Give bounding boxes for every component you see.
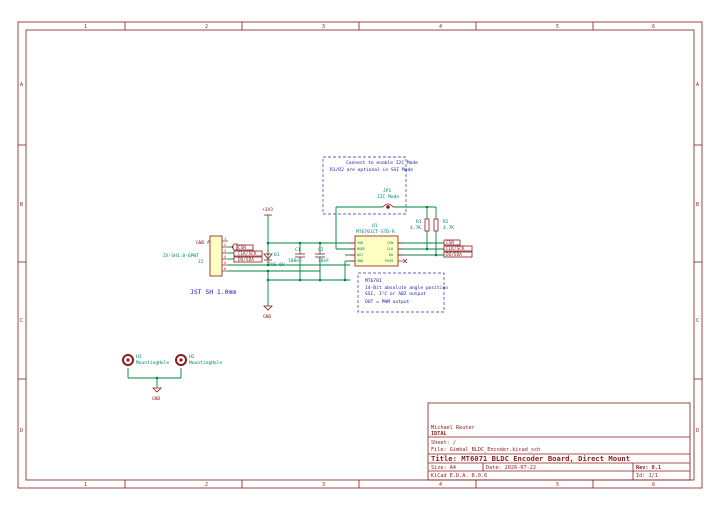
jp1-value: I2C Mode [377, 194, 399, 200]
c2-value: 10nF [318, 258, 329, 264]
zone-col-4: 4 [439, 24, 442, 30]
j2-caption: JST SH 1.0mm [190, 288, 236, 296]
diode-d1[interactable]: D1 TVS 6V [263, 252, 285, 268]
j2-ref: J2 [198, 259, 204, 265]
mt-note-line2: 14-Bit absolute angle position [365, 285, 448, 291]
mounting-hole-h1[interactable]: H1 MountingHole [122, 354, 169, 366]
zone-col-1-bottom: 1 [84, 482, 87, 488]
schematic-sheet: 1 2 3 4 5 6 1 2 3 4 5 6 A B C D A B C D … [17, 21, 703, 489]
zone-row-d-right: D [696, 428, 699, 434]
u1-pin-out: OUT [357, 253, 363, 257]
zone-col-6: 6 [652, 24, 655, 30]
i2c-note-line1: Connect to enable I2C Mode [346, 160, 418, 166]
zone-row-a: A [20, 82, 23, 88]
gnd-symbol-holes: GND [152, 387, 162, 402]
jp1-ref: JP1 [383, 188, 392, 194]
zone-row-c: C [20, 318, 23, 324]
r1-ref: R1 [416, 219, 422, 225]
u1-ref: U1 [372, 223, 378, 229]
label-dosda-right: DO/SDA [446, 252, 462, 258]
mt6701-note: MT6701 14-Bit absolute angle position SS… [357, 272, 448, 313]
tb-rev: Rev: 0.1 [636, 465, 661, 471]
tb-id: Id: 1/1 [636, 473, 658, 479]
j2-pin-1: 1 [224, 237, 226, 241]
zone-col-3-bottom: 3 [322, 482, 325, 488]
ic-u1[interactable]: VDD MODE OUT GND CSN CLK DO PUSH U1 MT67… [350, 223, 408, 267]
j2-gnd-label: GND [196, 240, 205, 246]
c1-ref: C1 [295, 247, 301, 253]
h2-value: MountingHole [189, 360, 222, 366]
capacitor-c1[interactable]: C1 100nF [288, 247, 305, 264]
i2c-note: Connect to enable I2C Mode R1/R2 are opt… [322, 156, 418, 215]
r2-value: 4.7K [443, 225, 454, 231]
zone-col-2: 2 [205, 24, 208, 30]
mt-note-line1: MT6701 [365, 278, 382, 284]
tb-date: Date: 2026-07-22 [486, 465, 536, 471]
zone-col-5-bottom: 5 [556, 482, 559, 488]
gnd-label-main: GND [263, 314, 272, 320]
zone-col-1: 1 [84, 24, 87, 30]
zone-row-b: B [20, 202, 23, 208]
u1-pin-vdd: VDD [357, 241, 363, 245]
tb-file: File: Gimbal_BLDC_Encoder.kicad_sch [431, 447, 540, 453]
j2-pin-6: 6 [224, 267, 226, 271]
gnd-symbol-j2: GND [196, 240, 209, 246]
u1-pin-csn: CSN [387, 241, 393, 245]
i2c-note-line2: R1/R2 are optional in SSI Mode [330, 167, 413, 173]
j2-pin-3: 3 [224, 249, 226, 253]
u1-pin-do: DO [389, 253, 393, 257]
d1-value: TVS 6V [268, 262, 285, 268]
j2-pin-5: 5 [224, 261, 226, 265]
u1-value: MT6701CT-STD-R [356, 229, 395, 235]
u1-pin-clk: CLK [387, 247, 394, 251]
h2-ref: H2 [189, 354, 195, 360]
tb-title: Title: MT6071 BLDC Encoder Board, Direct… [431, 454, 630, 463]
tb-company: IDTAL [431, 431, 447, 437]
r2-ref: R2 [443, 219, 449, 225]
u1-pin-push: PUSH [385, 259, 393, 263]
zone-row-b-right: B [696, 202, 699, 208]
j2-pin-2: 2 [224, 243, 226, 247]
tb-sheet: Sheet: / [431, 440, 456, 446]
label-csn-right: CSN [446, 240, 454, 246]
zone-row-a-right: A [696, 82, 699, 88]
net-labels-right: CSN CLK/SCK DO/SDA [443, 239, 473, 258]
label-clk-right: CLK/SCK [446, 246, 465, 252]
tb-kicad: KiCad E.D.A. 8.0.6 [431, 473, 487, 479]
net-labels-left: CSN CLK/SCK DO/SDA [231, 243, 263, 263]
mt-note-line3: SSI, I²C or ABZ output [365, 291, 426, 297]
zone-row-c-right: C [696, 318, 699, 324]
mounting-hole-h2[interactable]: H2 MountingHole [175, 354, 222, 366]
gnd-label-holes: GND [152, 396, 161, 402]
zone-col-2-bottom: 2 [205, 482, 208, 488]
resistor-r1[interactable]: R1 4.7K [410, 218, 430, 232]
c2-ref: C2 [318, 247, 324, 253]
zone-col-5: 5 [556, 24, 559, 30]
j2-pin-4: 4 [224, 255, 226, 259]
mt-note-line4: OUT = PWM output [365, 299, 409, 305]
capacitor-c2[interactable]: C2 10nF [315, 247, 329, 264]
title-block: Michael Reuter IDTAL Sheet: / File: Gimb… [427, 402, 691, 481]
h1-value: MountingHole [136, 360, 169, 366]
d1-ref: D1 [274, 252, 280, 258]
vcc-symbol: +3V3 [262, 207, 273, 216]
u1-pin-gnd: GND [357, 259, 363, 263]
zone-col-4-bottom: 4 [439, 482, 442, 488]
zone-col-3: 3 [322, 24, 325, 30]
zone-row-d: D [20, 428, 23, 434]
resistor-r2[interactable]: R2 4.7K [433, 218, 454, 232]
gnd-symbol-main: GND [263, 305, 273, 320]
u1-pin-mode: MODE [357, 247, 365, 251]
h1-ref: H1 [136, 354, 142, 360]
vcc-label: +3V3 [262, 207, 273, 213]
zone-col-6-bottom: 6 [652, 482, 655, 488]
tb-size: Size: A4 [431, 465, 456, 471]
r1-value: 4.7K [410, 225, 421, 231]
j2-value: ZX-SH1.0-6PWT [163, 253, 199, 259]
jumper-jp1[interactable]: JP1 I2C Mode [377, 188, 399, 209]
c1-value: 100nF [288, 258, 302, 264]
